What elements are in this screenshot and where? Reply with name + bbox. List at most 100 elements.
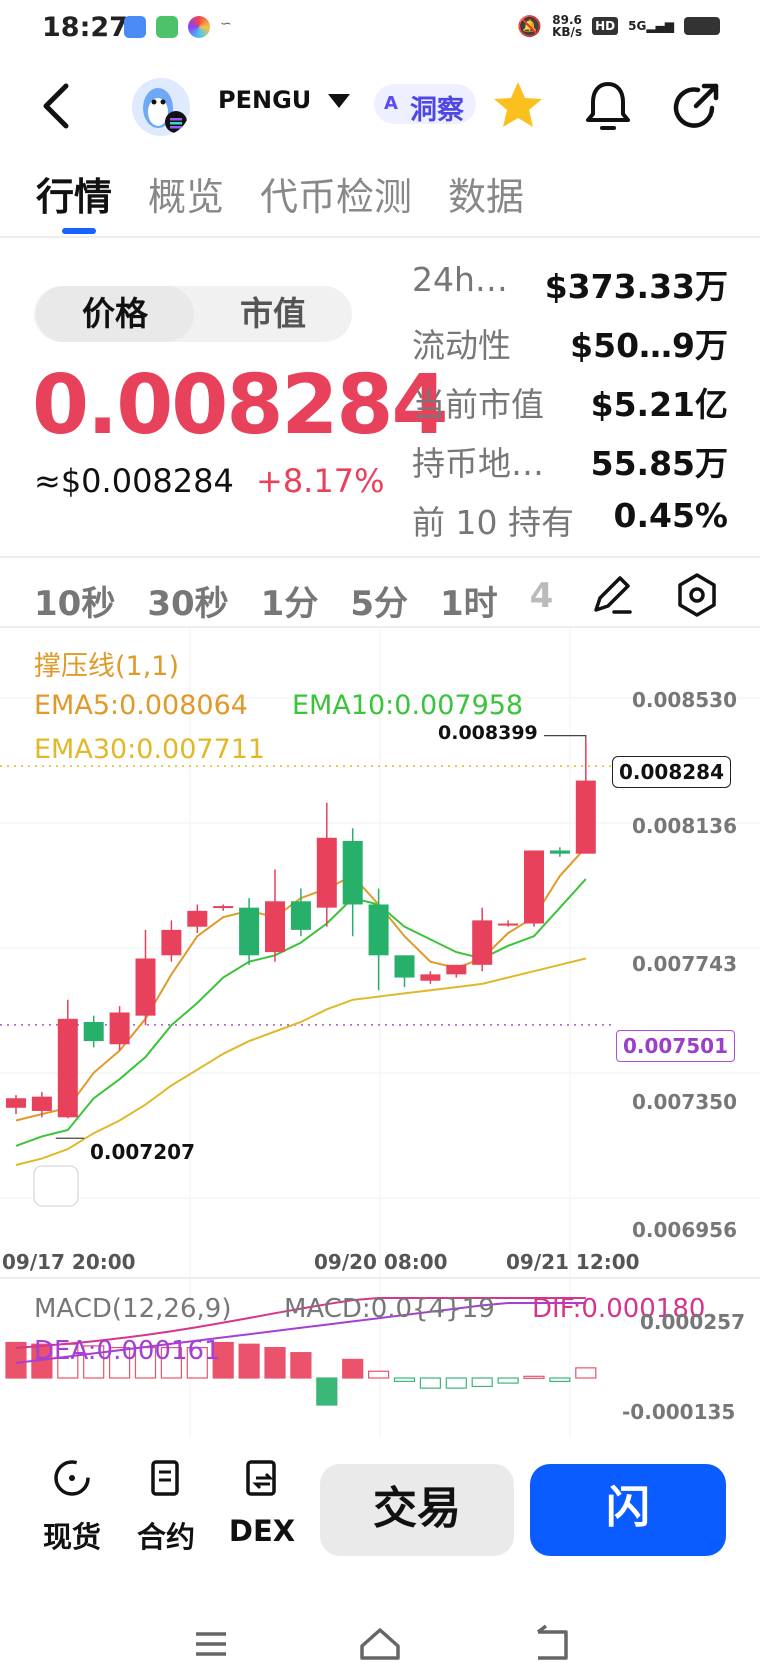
stat-value: 0.45% xyxy=(613,496,729,535)
macd-bar xyxy=(549,1377,571,1382)
timeframe-5m[interactable]: 5分 xyxy=(350,576,408,625)
toggle-market-cap[interactable]: 市值 xyxy=(194,286,352,342)
status-time: 18:27 xyxy=(42,12,128,43)
macd-value: MACD:0.0{4}19 xyxy=(284,1294,495,1324)
macd-bar xyxy=(290,1352,312,1379)
price-toggle: 价格 市值 xyxy=(34,286,352,342)
stat-liquidity: 流动性 $50…9万 xyxy=(412,315,728,374)
ai-icon: A xyxy=(384,93,398,114)
current-price: 0.008284 xyxy=(32,358,449,453)
back-nav-icon[interactable] xyxy=(536,1624,568,1660)
battery-icon xyxy=(684,17,720,35)
candle-body xyxy=(524,850,544,924)
contract-icon xyxy=(151,1460,179,1496)
y-tick-label: 0.008136 xyxy=(632,814,738,838)
candle-body xyxy=(420,974,441,981)
stat-market-cap: 当前市值 $5.21亿 xyxy=(412,374,728,433)
candle-body xyxy=(316,837,337,908)
stat-volume: 24h… $373.33万 xyxy=(412,256,728,315)
signal-icon: 5G▂▄▆ xyxy=(628,19,674,33)
divider xyxy=(0,236,760,238)
candle-body xyxy=(31,1096,52,1111)
macd-y-top: 0.000257 xyxy=(640,1310,746,1334)
timeframe-10s[interactable]: 10秒 xyxy=(34,576,115,625)
draw-icon[interactable] xyxy=(586,570,636,620)
flash-button[interactable]: 闪 xyxy=(530,1464,726,1556)
spot-button[interactable]: 现货 xyxy=(32,1456,112,1556)
tab-token-check[interactable]: 代币检测 xyxy=(260,166,412,221)
candle-body xyxy=(187,910,208,927)
message-icon xyxy=(156,16,178,38)
net-speed: 89.6 KB/s xyxy=(552,13,583,39)
back-icon[interactable] xyxy=(36,78,76,134)
candle-body xyxy=(472,920,493,965)
token-name[interactable]: PENGU xyxy=(218,86,311,114)
status-bar: 18:27 ∽ 🔕 89.6 KB/s HD 5G▂▄▆ xyxy=(0,0,760,60)
stat-value: $373.33万 xyxy=(544,267,728,306)
bell-icon[interactable] xyxy=(580,78,636,134)
tab-market[interactable]: 行情 xyxy=(36,166,112,221)
macd-bar xyxy=(368,1370,390,1379)
macd-bar xyxy=(238,1343,260,1379)
contract-button[interactable]: 合约 xyxy=(126,1456,206,1556)
notification-icon xyxy=(124,16,146,38)
high-label: 0.008399 xyxy=(438,722,538,744)
y-tick-label: 0.007743 xyxy=(632,952,738,976)
candle-body xyxy=(290,901,311,930)
dex-button[interactable]: DEX xyxy=(222,1456,302,1548)
candle-body xyxy=(368,904,389,956)
settings-icon[interactable] xyxy=(672,570,722,620)
macd-bar xyxy=(393,1377,416,1382)
timeframe-1h[interactable]: 1时 xyxy=(440,576,498,625)
ema30-line xyxy=(15,957,587,1166)
high-leader xyxy=(544,735,587,740)
trade-button[interactable]: 交易 xyxy=(320,1464,514,1556)
candle-body xyxy=(109,1012,130,1045)
main-tabs: 行情 概览 代币检测 数据 xyxy=(36,166,524,221)
price-change: +8.17% xyxy=(256,462,385,500)
macd-bar xyxy=(316,1377,338,1406)
timeframe-1m[interactable]: 1分 xyxy=(261,576,319,625)
penguin-icon xyxy=(132,78,190,136)
y-tick-label: 0.006956 xyxy=(632,1218,738,1242)
stat-label: 流动性 xyxy=(412,326,511,365)
y-tick-label: 0.008530 xyxy=(632,688,738,712)
home-icon[interactable] xyxy=(360,1628,400,1660)
tab-data[interactable]: 数据 xyxy=(448,166,524,221)
stat-label: 持币地… xyxy=(412,444,544,483)
stat-value: $5.21亿 xyxy=(590,385,728,424)
x-tick-label: 09/20 08:00 xyxy=(314,1250,448,1274)
macd-bar xyxy=(264,1346,286,1379)
share-icon[interactable] xyxy=(668,78,724,134)
candle-body xyxy=(575,780,596,854)
trade-label: 交易 xyxy=(373,1483,461,1534)
usd-price: ≈$0.008284 xyxy=(34,462,234,500)
stat-value: $50…9万 xyxy=(570,326,728,365)
candle-body xyxy=(498,923,519,926)
ai-insight-button[interactable]: A 洞察 xyxy=(374,84,476,126)
toggle-price[interactable]: 价格 xyxy=(36,286,194,342)
candle-body xyxy=(57,1018,78,1118)
macd-bar xyxy=(419,1377,441,1389)
stat-label: 当前市值 xyxy=(412,385,544,424)
menu-icon[interactable] xyxy=(196,1632,226,1656)
macd-y-bottom: -0.000135 xyxy=(622,1400,736,1424)
macd-dea: DEA:0.000161 xyxy=(34,1336,221,1366)
candle-body xyxy=(6,1098,26,1108)
candle-body xyxy=(135,958,156,1016)
dropdown-icon[interactable] xyxy=(328,94,350,108)
timeframe-30s[interactable]: 30秒 xyxy=(147,576,228,625)
dex-icon xyxy=(246,1460,276,1496)
flash-label: 闪 xyxy=(606,1482,650,1533)
tab-overview[interactable]: 概览 xyxy=(148,166,224,221)
macd-bar xyxy=(497,1377,519,1384)
macd-bar xyxy=(342,1358,364,1379)
candle-body xyxy=(549,850,570,854)
app-icon xyxy=(188,16,210,38)
star-icon[interactable] xyxy=(490,78,546,134)
timeframe-4h[interactable]: 4 xyxy=(530,576,554,625)
support-price-tag: 0.007501 xyxy=(616,1030,736,1062)
stat-top10: 前 10 持有 0.45% xyxy=(412,492,728,551)
spot-label: 现货 xyxy=(42,1520,101,1554)
stat-label: 前 10 持有 xyxy=(412,503,574,542)
